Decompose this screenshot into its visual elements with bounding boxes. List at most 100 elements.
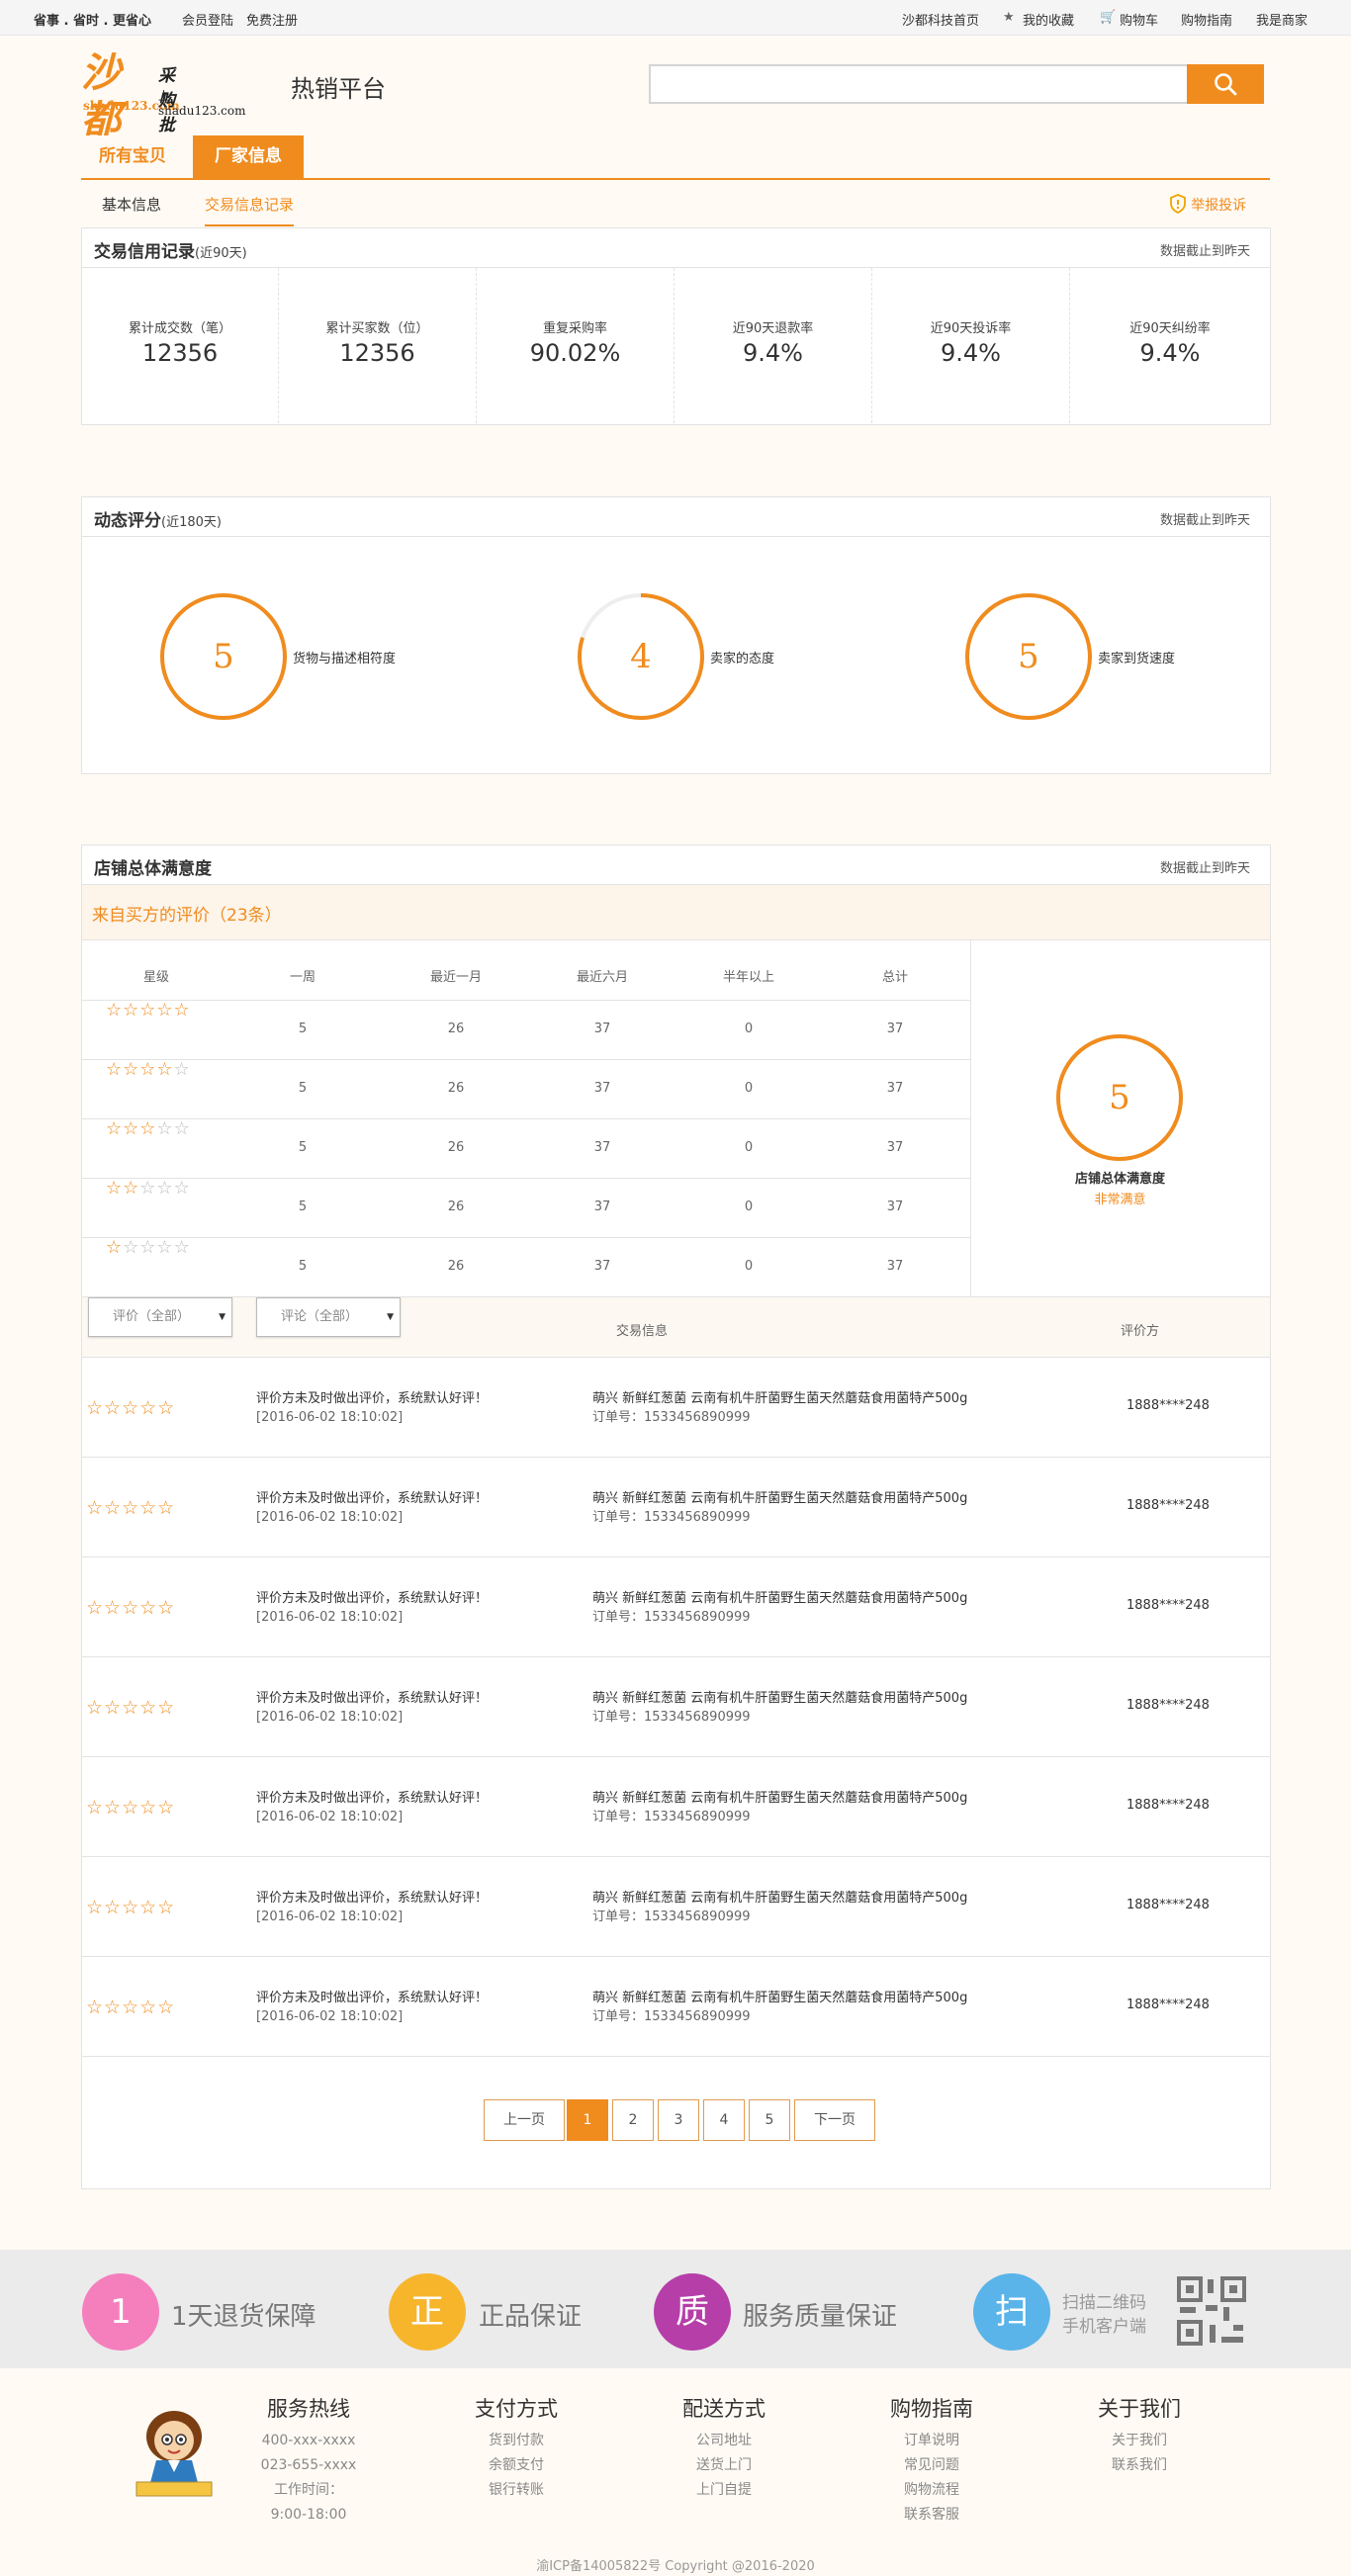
- satisfaction-panel-header: 店铺总体满意度 数据截止到昨天: [82, 845, 1270, 885]
- stat-value: 90.02%: [529, 339, 621, 367]
- product-link[interactable]: 萌兴 新鲜红葱菌 云南有机牛肝菌野生菌天然蘑菇食用菌特产500g: [592, 1889, 967, 1908]
- qr-caption-line: 手机客户端: [1062, 2317, 1146, 2337]
- report-link[interactable]: 举报投诉: [1169, 194, 1246, 215]
- score-value: 5: [1018, 637, 1039, 676]
- reviewer-id: 1888****248: [1126, 1898, 1210, 1912]
- cart-link[interactable]: 购物车: [1120, 10, 1158, 29]
- review-date: [2016-06-02 18:10:02]: [256, 1910, 404, 1924]
- review-row: ☆☆☆☆☆ 评价方未及时做出评价，系统默认好评！ [2016-06-02 18:10…: [82, 1957, 1270, 2057]
- footer-link[interactable]: 银行转账: [467, 2478, 566, 2503]
- review-comment-block: 评价方未及时做出评价，系统默认好评！ [2016-06-02 18:10:02]: [256, 1689, 488, 1727]
- col-reviewer: 评价方: [1121, 1324, 1160, 1339]
- product-link[interactable]: 萌兴 新鲜红葱菌 云南有机牛肝菌野生菌天然蘑菇食用菌特产500g: [592, 1689, 967, 1708]
- guide-link[interactable]: 购物指南: [1181, 10, 1232, 29]
- table-divider: [970, 940, 971, 1296]
- reviewer-id: 1888****248: [1126, 1398, 1210, 1413]
- login-link[interactable]: 会员登陆: [182, 10, 233, 29]
- guarantee-label: 正品保证: [479, 2302, 583, 2332]
- satisfaction-panel: 店铺总体满意度 数据截止到昨天 来自买方的评价（23条） 星级 一周 最近一月 …: [81, 844, 1271, 2189]
- logo-brand: 沙都: [81, 49, 121, 143]
- stat-label: 近90天纠纷率: [1129, 321, 1211, 336]
- product-link[interactable]: 萌兴 新鲜红葱菌 云南有机牛肝菌野生菌天然蘑菇食用菌特产500g: [592, 1589, 967, 1608]
- tab-all-products[interactable]: 所有宝贝: [81, 135, 184, 178]
- footer-item: 工作时间：: [274, 2482, 343, 2498]
- product-link[interactable]: 萌兴 新鲜红葱菌 云南有机牛肝菌野生菌天然蘑菇食用菌特产500g: [592, 1989, 967, 2007]
- guarantee-icon: 1: [82, 2273, 159, 2351]
- chevron-down-icon: ▼: [387, 1312, 394, 1322]
- page-button[interactable]: 2: [612, 2099, 654, 2141]
- prev-page-button[interactable]: 上一页: [484, 2099, 565, 2141]
- table-header-cell: 最近六月: [576, 970, 628, 985]
- order-number: 订单号：1533456890999: [592, 1510, 751, 1525]
- product-link[interactable]: 萌兴 新鲜红葱菌 云南有机牛肝菌野生菌天然蘑菇食用菌特产500g: [592, 1489, 967, 1508]
- review-date: [2016-06-02 18:10:02]: [256, 1810, 404, 1824]
- scan-icon: 扫: [973, 2273, 1050, 2351]
- star-icon: ★: [1003, 10, 1015, 25]
- subtab-trade-records[interactable]: 交易信息记录: [205, 194, 295, 226]
- rating-filter-select[interactable]: 评价（全部） ▼: [88, 1297, 232, 1337]
- subtab-basic-info[interactable]: 基本信息: [102, 194, 161, 224]
- footer-column-payment: 支付方式 货到付款 余额支付 银行转账: [467, 2393, 566, 2503]
- review-date: [2016-06-02 18:10:02]: [256, 1710, 404, 1725]
- table-cell: 37: [593, 1140, 611, 1155]
- footer-link[interactable]: 关于我们: [1090, 2429, 1189, 2453]
- table-cell: 0: [744, 1022, 754, 1036]
- qr-caption-line: 扫描二维码: [1062, 2293, 1146, 2313]
- reviewer-id: 1888****248: [1126, 1998, 1210, 2012]
- page-button[interactable]: 1: [567, 2099, 608, 2141]
- page-button[interactable]: 5: [749, 2099, 790, 2141]
- tab-manufacturer-info[interactable]: 厂家信息: [193, 135, 304, 178]
- review-trade-block: 萌兴 新鲜红葱菌 云南有机牛肝菌野生菌天然蘑菇食用菌特产500g 订单号：1533…: [592, 1889, 967, 1926]
- product-link[interactable]: 萌兴 新鲜红葱菌 云南有机牛肝菌野生菌天然蘑菇食用菌特产500g: [592, 1389, 967, 1408]
- score-ring: 4: [577, 592, 705, 721]
- comment-filter-select[interactable]: 评论（全部） ▼: [256, 1297, 401, 1337]
- footer-link[interactable]: 货到付款: [467, 2429, 566, 2453]
- review-comment-block: 评价方未及时做出评价，系统默认好评！ [2016-06-02 18:10:02]: [256, 1989, 488, 2026]
- table-row-divider: [82, 1178, 970, 1179]
- table-cell: 26: [447, 1022, 465, 1036]
- comment-filter-value: 评论（全部）: [281, 1309, 359, 1324]
- search-button[interactable]: [1187, 64, 1264, 104]
- review-date: [2016-06-02 18:10:02]: [256, 1610, 404, 1625]
- table-cell: 0: [744, 1140, 754, 1155]
- footer-link[interactable]: 送货上门: [675, 2453, 773, 2478]
- footer-link[interactable]: 联系我们: [1090, 2453, 1189, 2478]
- review-date: [2016-06-02 18:10:02]: [256, 1510, 404, 1525]
- review-comment: 评价方未及时做出评价，系统默认好评！: [256, 1491, 489, 1506]
- footer-column-guide: 购物指南 订单说明 常见问题 购物流程 联系客服: [882, 2393, 981, 2528]
- review-stars: ☆☆☆☆☆: [86, 1897, 176, 1918]
- product-link[interactable]: 萌兴 新鲜红葱菌 云南有机牛肝菌野生菌天然蘑菇食用菌特产500g: [592, 1789, 967, 1808]
- dynamic-note: 数据截止到昨天: [1159, 513, 1250, 528]
- register-link[interactable]: 免费注册: [246, 10, 298, 29]
- review-stars: ☆☆☆☆☆: [86, 1397, 176, 1419]
- stat-value: 12356: [339, 339, 415, 367]
- table-row-divider: [82, 1118, 970, 1119]
- stat-card: 近90天纠纷率 9.4%: [1070, 268, 1270, 423]
- footer-link[interactable]: 订单说明: [882, 2429, 981, 2453]
- footer-link[interactable]: 公司地址: [675, 2429, 773, 2453]
- dynamic-period: (近180天): [161, 515, 222, 530]
- footer-link[interactable]: 上门自提: [675, 2478, 773, 2503]
- table-cell: 0: [744, 1081, 754, 1096]
- footer-link[interactable]: 购物流程: [882, 2478, 981, 2503]
- search-input[interactable]: [649, 64, 1189, 104]
- home-link[interactable]: 沙都科技首页: [902, 10, 979, 29]
- page-button[interactable]: 3: [658, 2099, 699, 2141]
- top-bar: 省事 . 省时 . 更省心 会员登陆 免费注册 沙都科技首页 ★ 我的收藏 🛒 …: [0, 0, 1351, 36]
- cart-icon: 🛒: [1100, 10, 1117, 25]
- table-header-cell: 一周: [289, 970, 315, 985]
- stat-label: 累计成交数（笔）: [128, 321, 231, 336]
- favorites-link[interactable]: 我的收藏: [1023, 10, 1074, 29]
- page-button[interactable]: 4: [703, 2099, 745, 2141]
- table-cell: 26: [447, 1259, 465, 1274]
- footer-item: 400-xxx-xxxx: [261, 2433, 356, 2448]
- seller-link[interactable]: 我是商家: [1256, 10, 1307, 29]
- footer-link[interactable]: 联系客服: [882, 2503, 981, 2528]
- review-comment-block: 评价方未及时做出评价，系统默认好评！ [2016-06-02 18:10:02]: [256, 1489, 488, 1527]
- overall-label: 店铺总体满意度: [1074, 1172, 1165, 1187]
- footer-link[interactable]: 常见问题: [882, 2453, 981, 2478]
- stat-label: 近90天投诉率: [930, 321, 1012, 336]
- next-page-button[interactable]: 下一页: [794, 2099, 875, 2141]
- chevron-down-icon: ▼: [219, 1312, 225, 1322]
- footer-link[interactable]: 余额支付: [467, 2453, 566, 2478]
